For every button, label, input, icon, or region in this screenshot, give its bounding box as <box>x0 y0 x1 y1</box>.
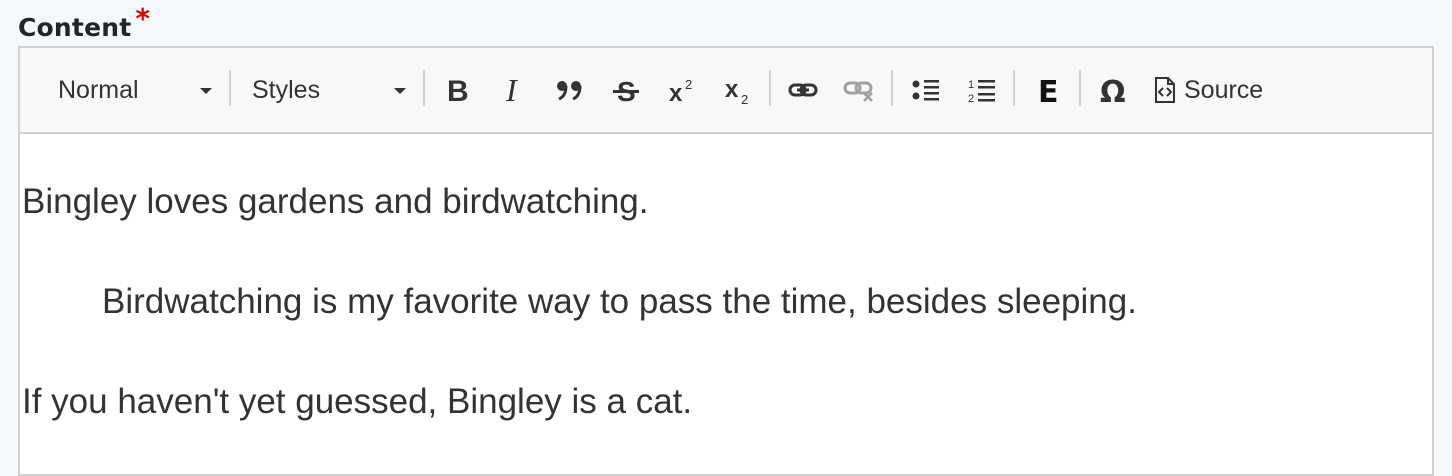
svg-text:I: I <box>505 75 518 105</box>
svg-text:B: B <box>447 75 469 105</box>
chevron-down-icon <box>394 88 406 94</box>
rich-text-editor: Normal Styles B I x 2 x 2 1 2 E Ω Source… <box>18 46 1434 476</box>
numbered-list-button[interactable]: 1 2 <box>962 48 1002 132</box>
editor-toolbar: Normal Styles B I x 2 x 2 1 2 E Ω Source <box>20 48 1432 134</box>
strikethrough-button[interactable]: S <box>606 48 646 132</box>
content-paragraph: If you haven't yet guessed, Bingley is a… <box>22 382 693 421</box>
toolbar-separator <box>1013 70 1015 106</box>
svg-text:2: 2 <box>741 92 748 105</box>
source-file-icon <box>1155 77 1175 103</box>
chevron-down-icon <box>200 88 212 94</box>
blockquote-icon <box>557 81 582 101</box>
bulleted-list-icon <box>912 80 939 101</box>
strikethrough-icon: S <box>613 76 639 105</box>
source-button[interactable]: Source <box>1154 48 1284 132</box>
omega-icon: Ω <box>1100 75 1126 105</box>
svg-text:2: 2 <box>685 77 692 92</box>
svg-text:x: x <box>669 80 683 105</box>
blockquote-button[interactable] <box>550 48 590 132</box>
toolbar-separator <box>423 70 425 106</box>
content-paragraph: Bingley loves gardens and birdwatching. <box>22 182 649 221</box>
svg-text:x: x <box>725 76 739 103</box>
toolbar-separator <box>1079 70 1081 106</box>
required-marker: * <box>135 2 151 35</box>
styles-dropdown[interactable]: Styles <box>252 48 406 132</box>
entity-embed-icon: E <box>1038 75 1059 105</box>
link-icon <box>788 83 818 97</box>
superscript-button[interactable]: x 2 <box>662 48 702 132</box>
subscript-button[interactable]: x 2 <box>718 48 758 132</box>
field-label-text: Content <box>18 13 132 42</box>
entity-embed-glyph: E <box>1038 75 1059 105</box>
toolbar-separator <box>769 70 771 106</box>
italic-button[interactable]: I <box>494 48 534 132</box>
bulleted-list-button[interactable] <box>906 48 946 132</box>
omega-glyph: Ω <box>1100 75 1126 105</box>
subscript-icon: x 2 <box>725 76 748 105</box>
entity-embed-button[interactable]: E <box>1028 48 1068 132</box>
content-blockquote: Birdwatching is my favorite way to pass … <box>102 282 1137 321</box>
format-dropdown-value: Normal <box>58 75 139 104</box>
toolbar-separator <box>229 70 231 106</box>
svg-text:2: 2 <box>968 93 974 104</box>
field-label: Content * <box>18 2 150 43</box>
superscript-icon: x 2 <box>669 77 692 105</box>
link-button[interactable] <box>783 48 823 132</box>
unlink-button[interactable] <box>839 48 879 132</box>
styles-dropdown-value: Styles <box>252 75 321 104</box>
bold-button[interactable]: B <box>438 48 478 132</box>
svg-text:1: 1 <box>968 79 974 91</box>
bold-icon: B <box>447 75 469 105</box>
format-dropdown[interactable]: Normal <box>58 48 212 132</box>
unlink-icon <box>843 81 873 102</box>
editor-content-area[interactable]: Bingley loves gardens and birdwatching. … <box>20 134 1432 474</box>
toolbar-separator <box>891 70 893 106</box>
numbered-list-icon: 1 2 <box>968 79 995 104</box>
special-characters-button[interactable]: Ω <box>1094 48 1134 132</box>
source-button-label: Source <box>1184 75 1264 104</box>
italic-icon: I <box>505 75 518 105</box>
